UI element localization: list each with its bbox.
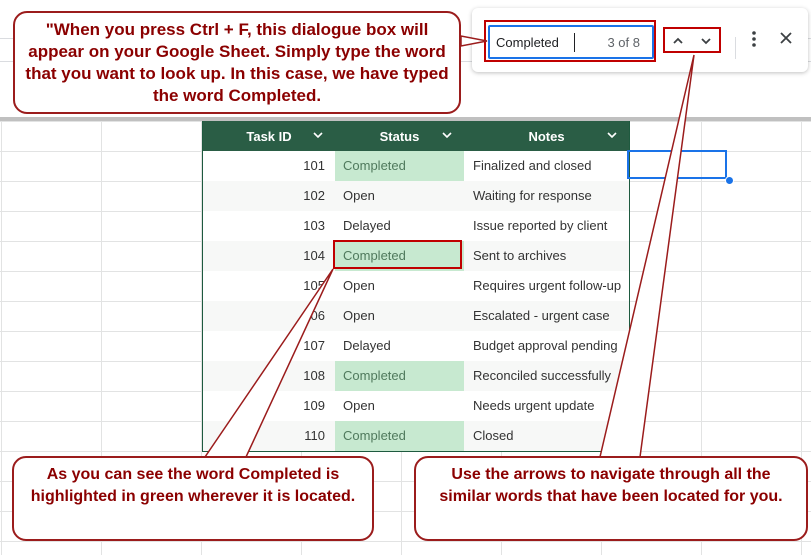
header-label: Status [379,128,420,144]
filter-chevron-icon[interactable] [440,128,454,142]
callout-highlight: As you can see the word Completed is hig… [12,456,374,541]
selected-cell[interactable] [627,150,727,179]
task-id-cell[interactable]: 06 [203,301,335,331]
notes-cell[interactable]: Closed [464,421,629,451]
notes-cell[interactable]: Reconciled successfully [464,361,629,391]
table-body: 101 Completed Finalized and closed 102 Open W… [203,151,629,451]
table-row: 110 Completed Closed [203,421,629,451]
header-status[interactable]: Status [335,121,464,151]
close-icon[interactable] [778,30,794,46]
notes-cell[interactable]: Issue reported by client [464,211,629,241]
table-row: 101 Completed Finalized and closed [203,151,629,181]
status-cell[interactable]: Completed [335,421,464,451]
filter-chevron-icon[interactable] [311,128,325,142]
filter-chevron-icon[interactable] [605,128,619,142]
callout-navigation: Use the arrows to navigate through all t… [414,456,808,541]
notes-cell[interactable]: Sent to archives [464,241,629,271]
header-notes[interactable]: Notes [464,121,629,151]
status-cell[interactable]: Completed [335,151,464,181]
task-id-cell[interactable]: 105 [203,271,335,301]
callout-find-dialog: "When you press Ctrl + F, this dialogue … [13,11,461,114]
task-id-cell[interactable]: 104 [203,241,335,271]
chevron-up-icon[interactable] [670,33,686,49]
notes-cell[interactable]: Needs urgent update [464,391,629,421]
task-id-cell[interactable]: 110 [203,421,335,451]
notes-cell[interactable]: Escalated - urgent case [464,301,629,331]
status-cell[interactable]: Open [335,391,464,421]
header-task-id[interactable]: Task ID [203,121,335,151]
table-row: 06 Open Escalated - urgent case [203,301,629,331]
header-label: Notes [528,128,565,144]
notes-cell[interactable]: Finalized and closed [464,151,629,181]
task-id-cell[interactable]: 109 [203,391,335,421]
table-row: 108 Completed Reconciled successfully [203,361,629,391]
status-cell[interactable]: Open [335,271,464,301]
task-id-cell[interactable]: 107 [203,331,335,361]
table-row: 102 Open Waiting for response [203,181,629,211]
status-cell[interactable]: Delayed [335,211,464,241]
status-cell[interactable]: Open [335,181,464,211]
table-header: Task ID Status Notes [203,121,629,151]
table-row: 109 Open Needs urgent update [203,391,629,421]
notes-cell[interactable]: Budget approval pending [464,331,629,361]
status-cell[interactable]: Open [335,301,464,331]
find-input-highlight-box [484,20,656,62]
chevron-down-icon[interactable] [698,33,714,49]
completed-cell-highlight-box [333,240,462,269]
task-table: Task ID Status Notes 101 Completed Finaliz… [202,121,630,452]
find-nav-buttons [663,27,721,53]
task-id-cell[interactable]: 101 [203,151,335,181]
divider [735,37,736,59]
notes-cell[interactable]: Requires urgent follow-up [464,271,629,301]
notes-cell[interactable]: Waiting for response [464,181,629,211]
task-id-cell[interactable]: 103 [203,211,335,241]
more-vertical-icon[interactable] [746,28,762,50]
table-row: 105 Open Requires urgent follow-up [203,271,629,301]
task-id-cell[interactable]: 108 [203,361,335,391]
task-id-cell[interactable]: 102 [203,181,335,211]
status-cell[interactable]: Delayed [335,331,464,361]
table-row: 107 Delayed Budget approval pending [203,331,629,361]
header-label: Task ID [246,128,292,144]
fill-handle[interactable] [725,176,734,185]
status-cell[interactable]: Completed [335,361,464,391]
table-row: 103 Delayed Issue reported by client [203,211,629,241]
